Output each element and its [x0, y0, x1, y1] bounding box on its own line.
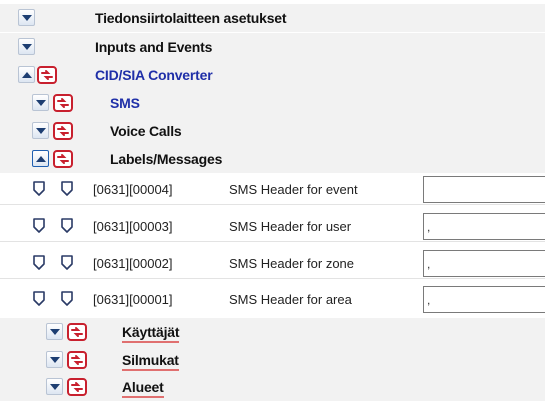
shield-icon — [33, 218, 45, 233]
tree-row-kayttajat[interactable]: Käyttäjät — [0, 318, 545, 346]
tree-row-inputs-events[interactable]: Inputs and Events — [0, 33, 545, 61]
parameter-name: SMS Header for user — [229, 219, 352, 234]
group-label: Labels/Messages — [110, 151, 223, 167]
settings-icon — [67, 323, 87, 341]
tree-row-silmukat[interactable]: Silmukat — [0, 346, 545, 374]
shield-icon — [33, 291, 45, 306]
chevron-up-icon[interactable] — [32, 150, 49, 167]
chevron-down-icon[interactable] — [32, 94, 49, 111]
parameter-code: [0631][00002] — [93, 256, 173, 271]
sms-header-user-input[interactable] — [423, 213, 545, 240]
parameter-row: [0631][00001] SMS Header for area — [0, 285, 545, 313]
row-divider — [0, 241, 545, 242]
parameter-name: SMS Header for event — [229, 182, 358, 197]
row-divider — [0, 204, 545, 205]
parameter-code: [0631][00001] — [93, 292, 173, 307]
shield-icon — [61, 181, 73, 196]
tree-row-cid-sia-converter[interactable]: CID/SIA Converter — [0, 61, 545, 89]
settings-icon — [53, 150, 73, 168]
sms-header-zone-input[interactable] — [423, 250, 545, 277]
sms-header-area-input[interactable] — [423, 286, 545, 313]
chevron-down-icon[interactable] — [18, 38, 35, 55]
chevron-down-icon[interactable] — [18, 9, 35, 26]
tree-row-labels-messages[interactable]: Labels/Messages — [0, 145, 545, 173]
sms-header-event-input[interactable] — [423, 176, 545, 203]
chevron-down-icon[interactable] — [46, 323, 63, 340]
settings-icon — [67, 351, 87, 369]
section-label: Inputs and Events — [95, 39, 213, 55]
settings-icon — [53, 122, 73, 140]
parameter-row: [0631][00004] SMS Header for event — [0, 175, 545, 203]
tree-row-voice-calls[interactable]: Voice Calls — [0, 117, 545, 145]
shield-icon — [33, 255, 45, 270]
settings-icon — [37, 66, 57, 84]
chevron-down-icon[interactable] — [46, 378, 63, 395]
settings-icon — [67, 378, 87, 396]
tree-row-alueet[interactable]: Alueet — [0, 373, 545, 401]
parameter-code: [0631][00003] — [93, 219, 173, 234]
shield-icon — [61, 218, 73, 233]
group-label: Alueet — [122, 379, 164, 398]
tree-row-sms[interactable]: SMS — [0, 89, 545, 117]
group-label: Käyttäjät — [122, 324, 180, 343]
parameter-row: [0631][00002] SMS Header for zone — [0, 249, 545, 277]
parameter-row: [0631][00003] SMS Header for user — [0, 212, 545, 240]
parameter-name: SMS Header for zone — [229, 256, 355, 271]
chevron-down-icon[interactable] — [32, 122, 49, 139]
shield-icon — [33, 181, 45, 196]
group-label: Voice Calls — [110, 123, 182, 139]
settings-icon — [53, 94, 73, 112]
shield-icon — [61, 291, 73, 306]
section-label: Tiedonsiirtolaitteen asetukset — [95, 10, 287, 26]
chevron-down-icon[interactable] — [46, 351, 63, 368]
group-label: SMS — [110, 95, 140, 111]
parameter-name: SMS Header for area — [229, 292, 352, 307]
parameter-code: [0631][00004] — [93, 182, 173, 197]
row-divider — [0, 278, 545, 279]
shield-icon — [61, 255, 73, 270]
tree-row-tiedonsiirtolaitteen[interactable]: Tiedonsiirtolaitteen asetukset — [0, 4, 545, 32]
chevron-up-icon[interactable] — [18, 66, 35, 83]
section-label: CID/SIA Converter — [95, 67, 213, 83]
group-label: Silmukat — [122, 352, 179, 371]
